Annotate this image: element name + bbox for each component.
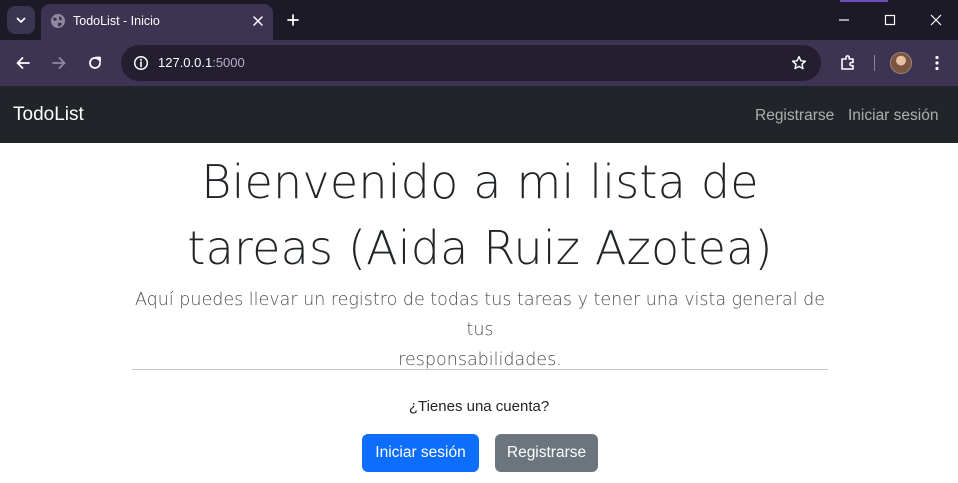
minimize-button[interactable] [829,6,859,34]
url-port: :5000 [212,55,245,70]
minimize-icon [839,19,849,21]
browser-menu-button[interactable] [926,51,948,75]
nav-link-iniciar-sesion[interactable]: Iniciar sesión [848,106,938,126]
globe-favicon-icon [51,14,65,28]
reload-button[interactable] [82,50,108,76]
bookmark-star-button[interactable] [789,53,809,73]
reload-icon [89,56,101,69]
nav-link-registrarse[interactable]: Registrarse [755,106,834,126]
app-navbar: TodoList Registrarse Iniciar sesión [0,86,958,143]
forward-button[interactable] [46,50,72,76]
browser-tab-active[interactable]: TodoList - Inicio [41,4,273,40]
site-info-icon [133,55,149,71]
hero-title-line-1: Bienvenido a mi lista de [201,155,759,209]
star-icon [791,55,807,70]
puzzle-extension-icon [841,55,854,70]
window-close-icon [930,14,942,26]
browser-tabstrip: TodoList - Inicio [0,0,958,40]
maximize-icon [884,14,896,26]
close-icon [253,16,263,26]
tabstrip-accent [840,0,888,2]
browser-toolbar: 127.0.0.1:5000 [0,40,958,86]
maximize-button[interactable] [875,6,905,34]
site-info-button[interactable] [129,51,153,75]
profile-avatar[interactable] [890,52,912,74]
address-bar[interactable]: 127.0.0.1:5000 [121,45,821,81]
hero-lead-line-2: responsabilidades. [398,350,562,370]
url-text[interactable]: 127.0.0.1:5000 [158,55,245,71]
more-vert-icon [935,55,939,71]
hero-lead: Aquí puedes llevar un registro de todas … [120,285,840,375]
chevron-down-icon [16,17,26,23]
window-close-button[interactable] [921,6,951,34]
forward-arrow-icon [52,57,66,69]
back-arrow-icon [16,57,30,69]
tab-close-button[interactable] [249,12,267,30]
back-button[interactable] [10,50,36,76]
new-tab-button[interactable] [282,9,304,31]
register-button[interactable]: Registrarse [495,434,598,472]
navbar-brand[interactable]: TodoList [13,104,84,126]
main-content: Bienvenido a mi lista de tareas (Aida Ru… [0,143,958,483]
url-host: 127.0.0.1 [158,55,213,70]
tab-search-button[interactable] [7,6,35,34]
toolbar-separator [874,55,875,71]
hero-lead-line-1: Aquí puedes llevar un registro de todas … [134,290,826,340]
account-question: ¿Tienes una cuenta? [408,398,550,415]
hero-title: Bienvenido a mi lista de tareas (Aida Ru… [100,149,860,281]
extensions-button[interactable] [836,51,860,75]
login-button[interactable]: Iniciar sesión [362,434,479,472]
tab-title: TodoList - Inicio [73,14,160,28]
plus-icon [287,14,299,26]
divider [132,369,828,370]
hero-title-line-2: tareas (Aida Ruiz Azotea) [187,221,773,275]
